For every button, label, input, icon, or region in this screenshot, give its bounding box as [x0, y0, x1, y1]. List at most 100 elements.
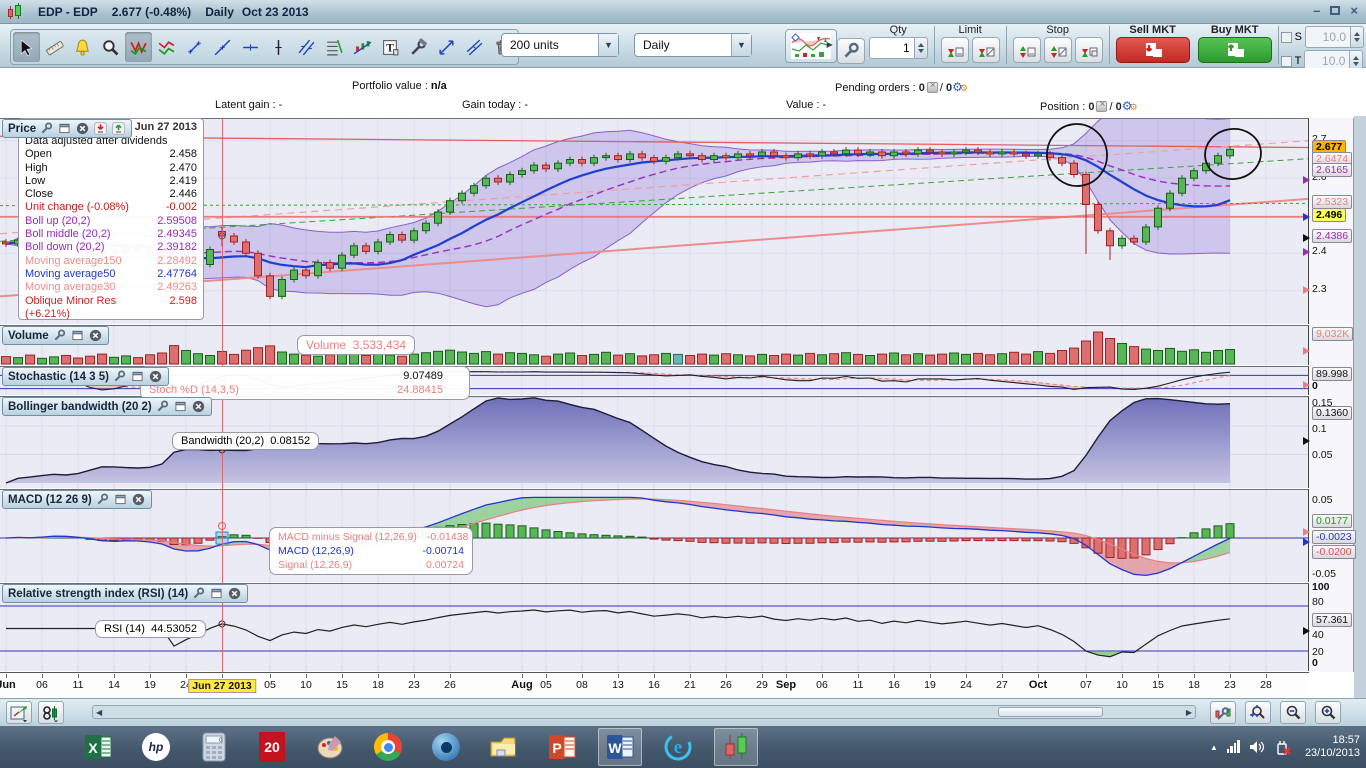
- trading-panel-collapse-handle[interactable]: ▶: [827, 24, 837, 64]
- tool-segment-button[interactable]: [181, 32, 208, 62]
- stop-order-button-1[interactable]: [1013, 37, 1041, 63]
- wrench-icon[interactable]: [155, 399, 170, 414]
- volume-panel[interactable]: [0, 325, 1309, 365]
- taskbar-excel-icon[interactable]: X: [76, 728, 120, 766]
- close-icon[interactable]: [148, 369, 163, 384]
- chevron-down-icon[interactable]: ▼: [598, 34, 618, 56]
- trailing-checkbox[interactable]: [1281, 56, 1292, 67]
- detach-window-icon[interactable]: [209, 586, 224, 601]
- tool-oblique-parallel-button[interactable]: [461, 32, 488, 62]
- taskbar-ie-icon[interactable]: e: [656, 728, 700, 766]
- wrench-icon[interactable]: [191, 586, 206, 601]
- detach-window-icon[interactable]: [57, 121, 72, 136]
- tool-trendline-button[interactable]: [209, 32, 236, 62]
- wrench-icon[interactable]: [39, 121, 54, 136]
- speaker-icon[interactable]: [1249, 740, 1265, 754]
- taskbar-chrome-icon[interactable]: [366, 728, 410, 766]
- price-info-row: Close2.446: [25, 188, 197, 201]
- hidden-icons-chevron[interactable]: ▲: [1210, 743, 1218, 752]
- tool-pattern-channel-button[interactable]: [153, 32, 180, 62]
- close-icon[interactable]: [191, 399, 206, 414]
- trading-settings-button[interactable]: [837, 38, 865, 64]
- restore-button[interactable]: [1330, 3, 1340, 18]
- detach-window-icon[interactable]: [113, 492, 128, 507]
- tool-alert-button[interactable]: [69, 32, 96, 62]
- stop-checkbox[interactable]: [1281, 32, 1292, 43]
- scroll-left-arrow-icon[interactable]: ◀: [96, 708, 102, 717]
- close-button[interactable]: ×: [1350, 3, 1358, 18]
- tool-tools-button[interactable]: [405, 32, 432, 62]
- close-icon[interactable]: [131, 492, 146, 507]
- wrench-icon[interactable]: [52, 328, 67, 343]
- title-date: Oct 23 2013: [242, 5, 309, 19]
- price-scale-column[interactable]: 2.72.6772.64742.61652.62.53232.4962.4386…: [1309, 118, 1354, 672]
- tool-zoom-button[interactable]: [97, 32, 124, 62]
- gear-icon[interactable]: ⚙: [1129, 102, 1137, 112]
- close-icon[interactable]: [227, 586, 242, 601]
- quantity-stepper[interactable]: 1: [869, 37, 928, 59]
- tool-ruler-button[interactable]: [41, 32, 68, 62]
- taskbar-powerpoint-icon[interactable]: P: [540, 728, 584, 766]
- gear-icon[interactable]: ⚙: [960, 83, 968, 93]
- tool-auto-trend-button[interactable]: [349, 32, 376, 62]
- tool-measure-arrows-button[interactable]: [433, 32, 460, 62]
- stop-order-button-2[interactable]: [1044, 37, 1072, 63]
- link-instrument-button[interactable]: [38, 701, 64, 724]
- wrench-icon[interactable]: [95, 492, 110, 507]
- qty-value[interactable]: 1: [869, 37, 915, 59]
- period-select[interactable]: Daily ▼: [634, 33, 752, 57]
- close-icon[interactable]: [75, 121, 90, 136]
- chevron-down-icon[interactable]: ▼: [731, 34, 751, 56]
- sell-market-button[interactable]: [1116, 37, 1190, 63]
- tool-horizontal-segment-button[interactable]: [237, 32, 264, 62]
- scrollbar-thumb[interactable]: [998, 707, 1103, 717]
- tool-pattern-bear-button[interactable]: [125, 32, 152, 62]
- minimize-button[interactable]: –: [1313, 3, 1320, 18]
- detach-window-icon[interactable]: [130, 369, 145, 384]
- sell-limit-order-button[interactable]: [972, 37, 1000, 63]
- zoom-out-button[interactable]: [1280, 701, 1306, 724]
- close-icon[interactable]: [88, 328, 103, 343]
- sell-arrow-icon[interactable]: [93, 121, 108, 136]
- stop-order-button-3[interactable]: [1075, 37, 1103, 63]
- taskbar-paint-icon[interactable]: [308, 728, 352, 766]
- wrench-icon[interactable]: [112, 369, 127, 384]
- chart-display-settings-button[interactable]: [1210, 701, 1236, 724]
- detach-window-icon[interactable]: [70, 328, 85, 343]
- power-plug-icon[interactable]: [1274, 740, 1292, 755]
- buy-limit-order-button[interactable]: [941, 37, 969, 63]
- tool-fibonacci-button[interactable]: [321, 32, 348, 62]
- tool-vertical-line-button[interactable]: [265, 32, 292, 62]
- taskbar-hp-icon[interactable]: hp: [134, 728, 178, 766]
- taskbar-ring-icon[interactable]: [424, 728, 468, 766]
- buy-market-button[interactable]: [1198, 37, 1272, 63]
- axis-tick: [270, 674, 271, 678]
- axis-tick-label: 24: [960, 679, 972, 691]
- scroll-right-arrow-icon[interactable]: ▶: [1186, 708, 1192, 717]
- units-select[interactable]: 200 units ▼: [501, 33, 619, 57]
- tool-cursor-button[interactable]: [13, 32, 40, 62]
- taskbar-veinte-icon[interactable]: 20: [250, 728, 294, 766]
- buy-arrow-icon[interactable]: [111, 121, 126, 136]
- stochastic-panel-title: Stochastic (14 3 5): [8, 371, 109, 383]
- stop-distance-stepper[interactable]: 10.0: [1305, 26, 1364, 48]
- axis-tick: [114, 674, 115, 678]
- zoom-fit-button[interactable]: [1245, 701, 1271, 724]
- network-signal-icon[interactable]: [1227, 741, 1240, 753]
- clear-pending-icon[interactable]: [927, 82, 938, 93]
- clear-position-icon[interactable]: [1096, 101, 1107, 112]
- zoom-in-button[interactable]: [1315, 701, 1341, 724]
- horizontal-scrollbar[interactable]: ◀ ▶: [92, 705, 1196, 719]
- tool-parallel-lines-button[interactable]: [293, 32, 320, 62]
- taskbar-calculator-icon[interactable]: 0: [192, 728, 236, 766]
- taskbar-explorer-icon[interactable]: [482, 728, 526, 766]
- svg-text:e: e: [674, 737, 682, 758]
- taskbar-word-icon[interactable]: W: [598, 728, 642, 766]
- tool-text-button[interactable]: T: [377, 32, 404, 62]
- taskbar-clock[interactable]: 18:57 23/10/2013: [1305, 734, 1360, 760]
- taskbar-trading-app-icon[interactable]: [714, 728, 758, 766]
- detach-window-icon[interactable]: [173, 399, 188, 414]
- macd-panel[interactable]: [0, 489, 1309, 582]
- axis-tick-label: 10: [300, 679, 312, 691]
- export-chart-button[interactable]: [6, 701, 32, 724]
